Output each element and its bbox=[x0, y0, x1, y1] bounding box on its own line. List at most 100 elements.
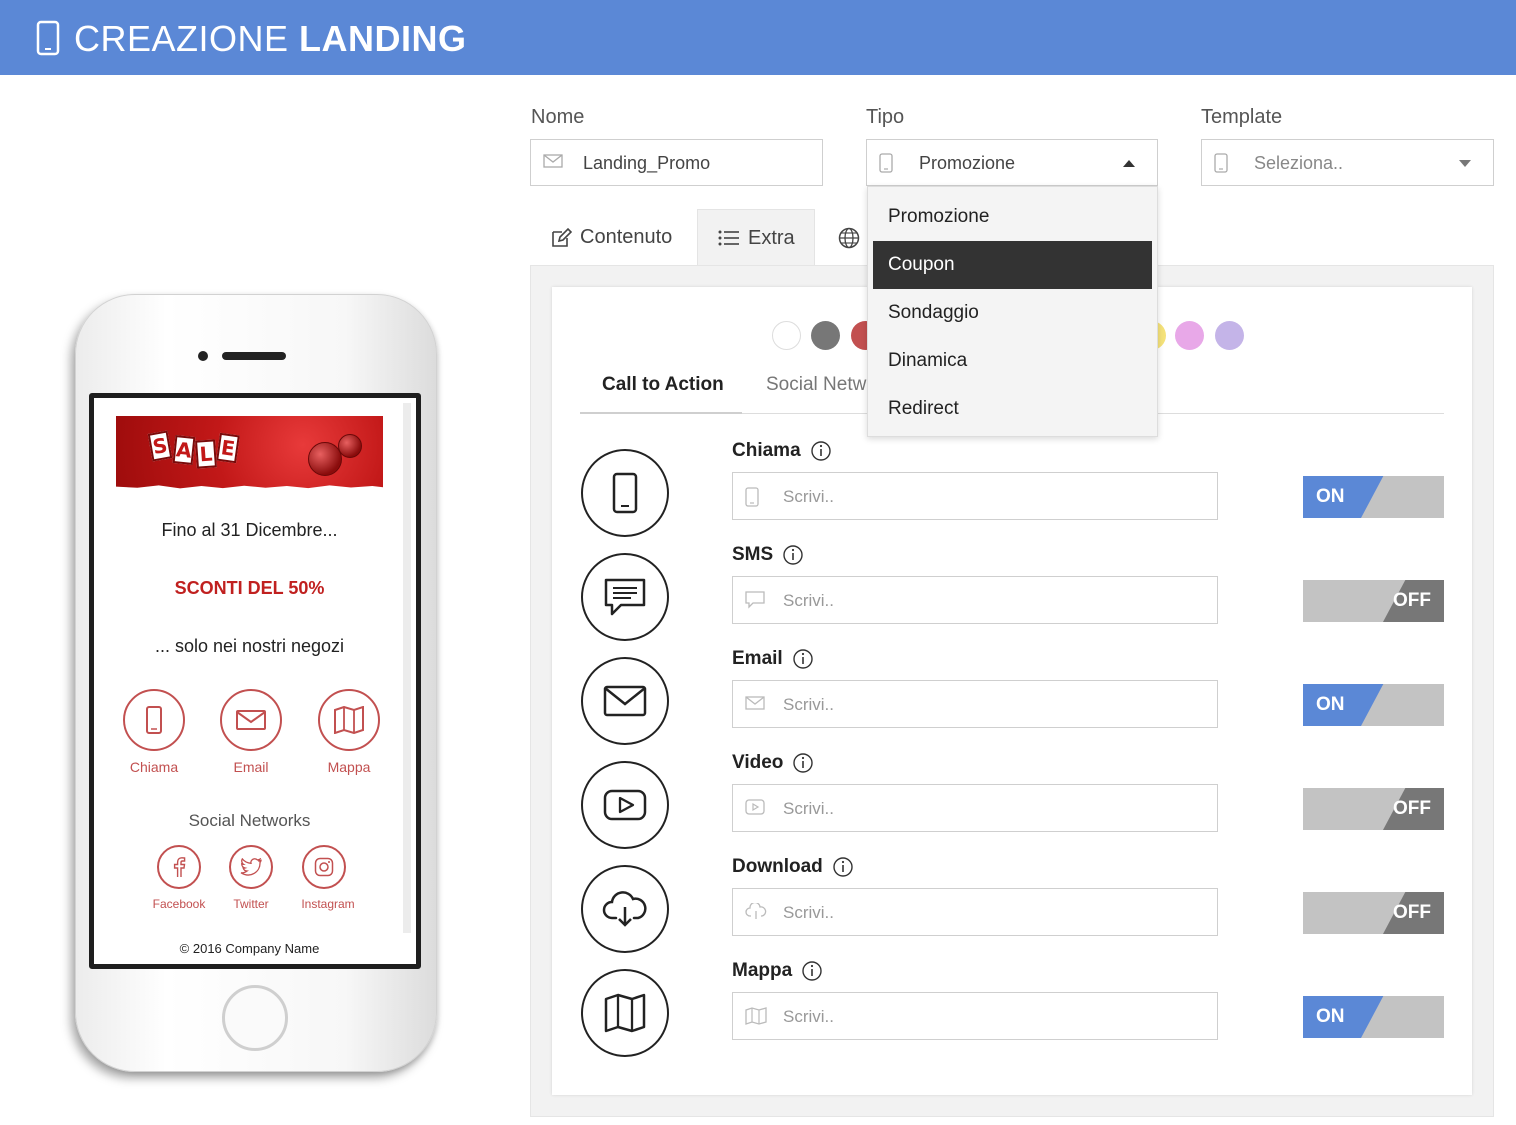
cta-mappa-input[interactable]: Scrivi.. bbox=[732, 992, 1218, 1040]
phone-twitter-button[interactable] bbox=[229, 845, 273, 889]
cta-chiama-label: Chiama bbox=[732, 440, 831, 462]
envelope-icon bbox=[236, 710, 266, 730]
cta-email-toggle[interactable]: ON bbox=[1303, 684, 1444, 726]
tab-globe[interactable] bbox=[838, 209, 868, 266]
info-icon[interactable] bbox=[793, 753, 814, 773]
caret-down-icon bbox=[1459, 160, 1471, 167]
cta-video-input[interactable]: Scrivi.. bbox=[732, 784, 1218, 832]
info-icon[interactable] bbox=[793, 649, 813, 669]
title-light: CREAZIONE bbox=[74, 18, 289, 59]
instagram-icon bbox=[314, 857, 334, 877]
subtab-active-indicator bbox=[580, 412, 742, 414]
swatch-white[interactable] bbox=[772, 321, 801, 350]
phone-instagram-button[interactable] bbox=[302, 845, 346, 889]
map-icon bbox=[604, 993, 646, 1033]
sale-letter: E bbox=[216, 432, 240, 464]
phone-scrollbar[interactable] bbox=[403, 403, 411, 933]
cta-sms-circle bbox=[581, 553, 669, 641]
cta-email-label: Email bbox=[732, 648, 813, 670]
phone-line-3: ... solo nei nostri negozi bbox=[154, 636, 345, 656]
phone-mappa-button[interactable] bbox=[318, 689, 380, 751]
envelope-icon bbox=[603, 685, 647, 717]
cloud-download-icon bbox=[602, 891, 647, 927]
tipo-label: Tipo bbox=[866, 106, 905, 128]
swatch-gray[interactable] bbox=[811, 321, 840, 350]
cta-email-text: Email bbox=[732, 648, 783, 669]
subtab-social-networks[interactable]: Social Netw bbox=[766, 374, 866, 396]
cta-mappa-placeholder: Scrivi.. bbox=[783, 1007, 834, 1026]
cta-download-text: Download bbox=[732, 856, 823, 877]
phone-chiama-button[interactable] bbox=[123, 689, 185, 751]
video-play-icon bbox=[745, 799, 765, 815]
dropdown-option-redirect[interactable]: Redirect bbox=[873, 385, 1152, 433]
cta-mappa-toggle[interactable]: ON bbox=[1303, 996, 1444, 1038]
cta-email-placeholder: Scrivi.. bbox=[783, 695, 834, 714]
tab-contenuto-label: Contenuto bbox=[580, 226, 673, 248]
dropdown-option-coupon[interactable]: Coupon bbox=[873, 241, 1152, 289]
swatch-pink[interactable] bbox=[1175, 321, 1204, 350]
sale-banner-image: S A L E bbox=[116, 416, 383, 489]
phone-twitter-label: Twitter bbox=[233, 897, 269, 911]
envelope-icon bbox=[745, 696, 765, 710]
sale-letter: S bbox=[147, 430, 173, 462]
nome-label: Nome bbox=[531, 106, 585, 128]
tipo-value: Promozione bbox=[919, 153, 1016, 173]
nome-input[interactable]: Landing_Promo bbox=[530, 139, 823, 186]
ornament bbox=[308, 442, 342, 476]
info-icon[interactable] bbox=[802, 961, 822, 981]
cta-download-input[interactable]: Scrivi.. bbox=[732, 888, 1218, 936]
cta-email-circle bbox=[581, 657, 669, 745]
cta-video-text: Video bbox=[732, 752, 784, 773]
toggle-label: ON bbox=[1316, 694, 1345, 715]
subtab-call-to-action[interactable]: Call to Action bbox=[602, 374, 724, 396]
mobile-phone-icon bbox=[879, 153, 893, 173]
phone-line-2: SCONTI DEL 50% bbox=[174, 578, 325, 598]
info-icon[interactable] bbox=[810, 441, 831, 461]
cta-sms-input[interactable]: Scrivi.. bbox=[732, 576, 1218, 624]
cta-video-toggle[interactable]: OFF bbox=[1303, 788, 1444, 830]
info-icon[interactable] bbox=[783, 545, 803, 565]
phone-facebook-label: Facebook bbox=[152, 897, 206, 911]
dropdown-option-dinamica[interactable]: Dinamica bbox=[873, 337, 1152, 385]
tab-extra[interactable]: Extra bbox=[697, 209, 815, 266]
dropdown-option-promozione[interactable]: Promozione bbox=[873, 193, 1152, 241]
template-select[interactable]: Seleziona.. bbox=[1201, 139, 1494, 186]
mobile-phone-icon bbox=[146, 706, 162, 734]
dropdown-option-sondaggio[interactable]: Sondaggio bbox=[873, 289, 1152, 337]
cta-download-toggle[interactable]: OFF bbox=[1303, 892, 1444, 934]
globe-icon bbox=[838, 227, 860, 248]
cta-video-circle bbox=[581, 761, 669, 849]
cta-mappa-circle bbox=[581, 969, 669, 1057]
list-icon bbox=[718, 230, 739, 246]
info-icon[interactable] bbox=[833, 857, 853, 877]
edit-icon bbox=[552, 227, 572, 247]
cta-email-input[interactable]: Scrivi.. bbox=[732, 680, 1218, 728]
phone-email-button[interactable] bbox=[220, 689, 282, 751]
title-bold: LANDING bbox=[299, 18, 467, 59]
cta-download-placeholder: Scrivi.. bbox=[783, 903, 834, 922]
phone-speaker bbox=[222, 352, 286, 360]
template-placeholder: Seleziona.. bbox=[1254, 153, 1344, 173]
phone-facebook-button[interactable] bbox=[157, 845, 201, 889]
template-label: Template bbox=[1201, 106, 1283, 128]
phone-mappa-label: Mappa bbox=[327, 759, 371, 775]
tipo-select[interactable]: Promozione bbox=[866, 139, 1158, 186]
toggle-label: OFF bbox=[1393, 590, 1431, 611]
phone-instagram-label: Instagram bbox=[301, 897, 355, 911]
cta-chiama-input[interactable]: Scrivi.. bbox=[732, 472, 1218, 520]
cta-chiama-toggle[interactable]: ON bbox=[1303, 476, 1444, 518]
page-title: CREAZIONE LANDING bbox=[74, 18, 467, 60]
chat-bubble-icon bbox=[745, 591, 765, 609]
cta-chiama-text: Chiama bbox=[732, 440, 801, 461]
swatch-lavender[interactable] bbox=[1215, 321, 1244, 350]
caret-up-icon bbox=[1123, 160, 1135, 167]
facebook-icon bbox=[173, 857, 186, 877]
tab-contenuto[interactable]: Contenuto bbox=[550, 209, 690, 266]
app-header: CREAZIONE LANDING bbox=[0, 0, 1516, 75]
video-play-icon bbox=[603, 789, 647, 821]
cloud-download-icon bbox=[745, 903, 767, 919]
phone-camera bbox=[198, 351, 208, 361]
phone-email-label: Email bbox=[233, 759, 269, 775]
cta-chiama-circle bbox=[581, 449, 669, 537]
cta-sms-toggle[interactable]: OFF bbox=[1303, 580, 1444, 622]
